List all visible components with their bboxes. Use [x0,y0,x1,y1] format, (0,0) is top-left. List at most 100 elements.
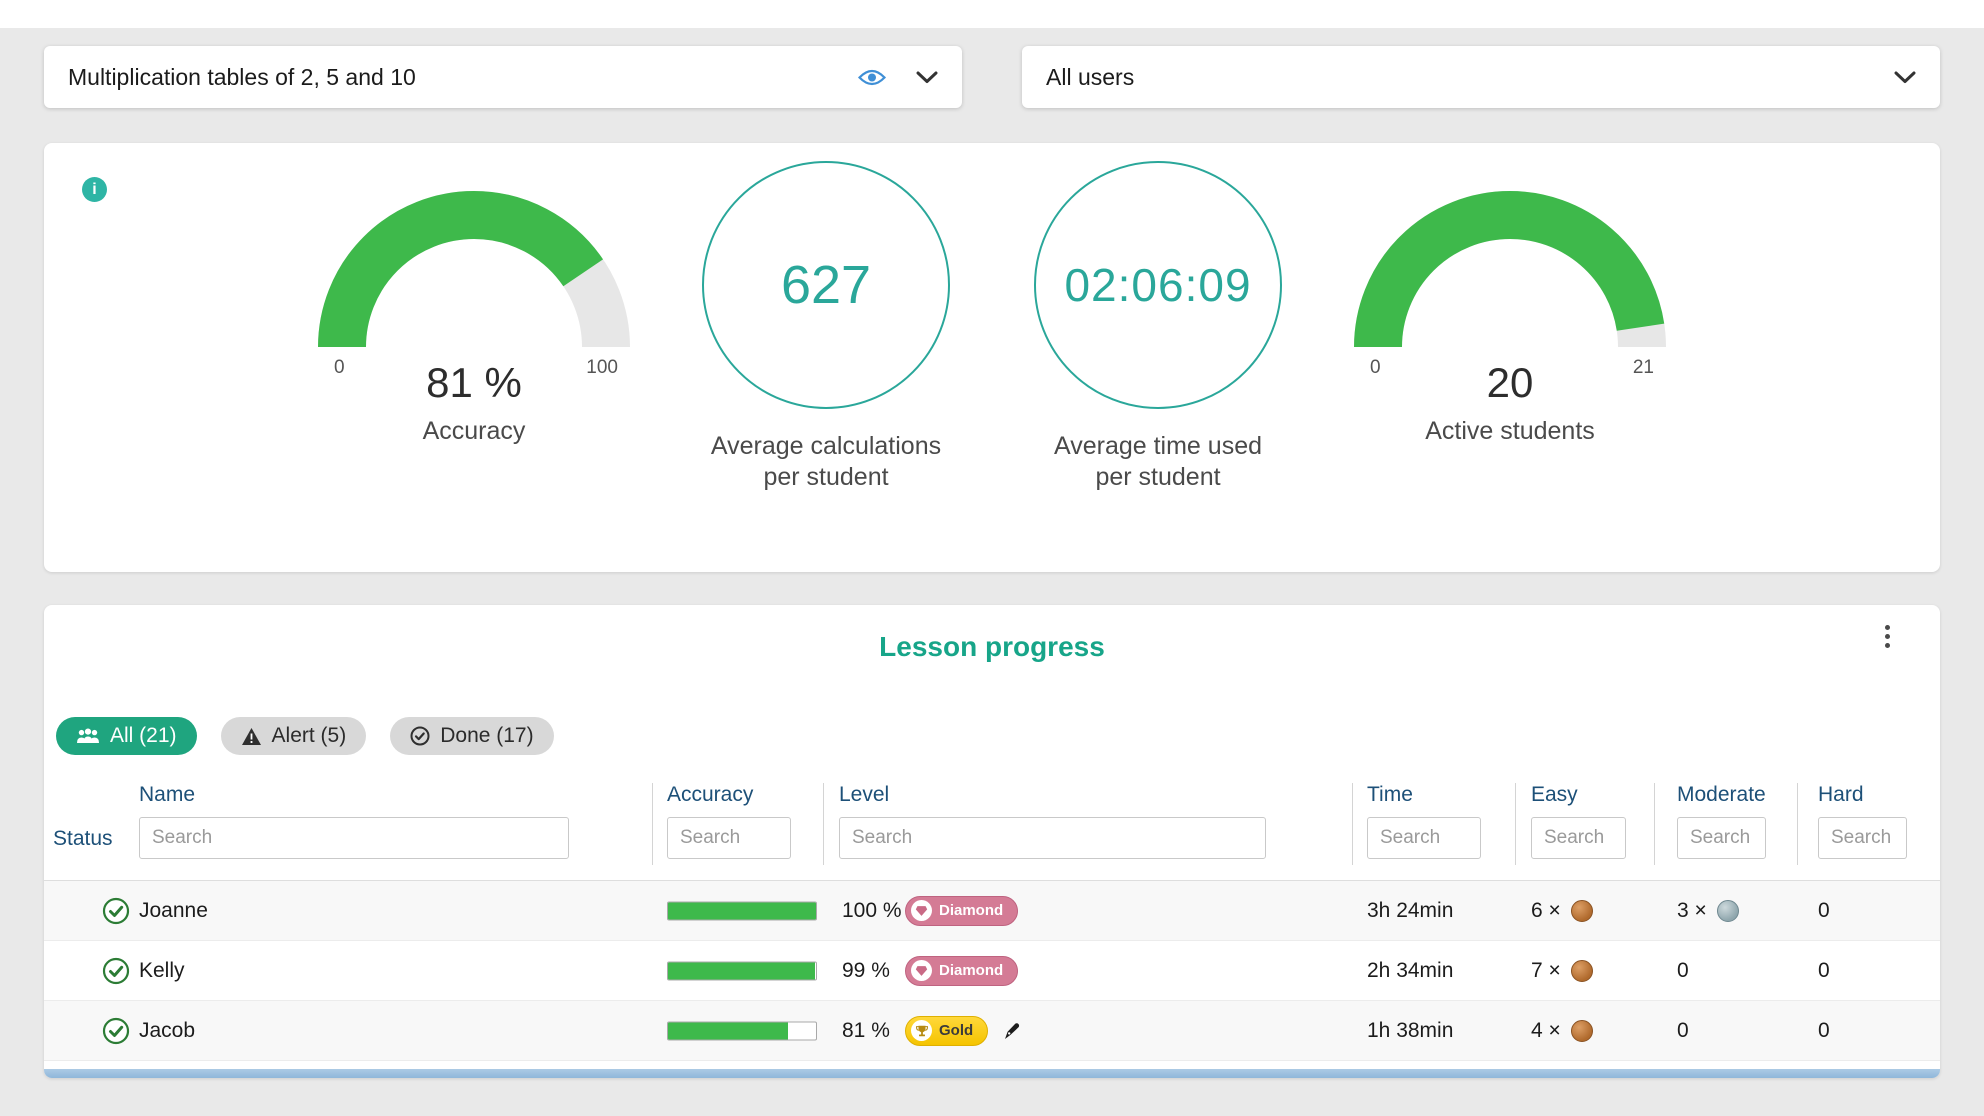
dashboard-page: Multiplication tables of 2, 5 and 10 All… [0,0,1984,1116]
time-value: 2h 34min [1367,959,1453,983]
info-icon[interactable]: i [82,177,107,202]
lesson-progress-table: Status Name Accuracy Level Time Easy Mod… [44,781,1940,1061]
lesson-progress-card: Lesson progress All (21) [44,605,1940,1078]
table-row[interactable]: Joanne 100 % Diamond 3h 24min 6 × 3 × 0 [44,881,1940,941]
status-done-icon [102,957,130,985]
easy-column-label: Easy [1531,783,1578,807]
trophy-icon [911,1020,932,1041]
column-divider [823,783,824,865]
chevron-down-icon [916,71,938,84]
status-done-icon [102,1017,130,1045]
gauge-max: 100 [586,357,618,379]
warning-icon [241,727,262,746]
filter-buttons: All (21) Alert (5) [56,717,1940,755]
table-row[interactable]: Kelly 99 % Diamond 2h 34min 7 × 0 0 [44,941,1940,1001]
moderate-cell: 0 [1677,959,1689,983]
level-cell: Diamond [905,896,1018,926]
hard-cell: 0 [1818,899,1830,923]
column-divider [652,783,653,865]
active-students-gauge: 0 21 20 Active students [1350,187,1670,494]
group-icon [76,728,100,744]
filter-done-button[interactable]: Done (17) [390,717,553,755]
accuracy-bar [667,1021,817,1040]
kebab-menu-icon[interactable] [1874,621,1900,651]
easy-cell: 6 × [1531,899,1593,923]
eye-icon[interactable] [858,68,886,87]
table-row[interactable]: Jacob 81 % Gold 1h 38min 4 × 0 0 [44,1001,1940,1061]
student-name: Joanne [139,899,208,923]
active-students-caption: Active students [1425,417,1595,446]
lesson-selector-label: Multiplication tables of 2, 5 and 10 [68,64,858,91]
name-search-input[interactable] [139,817,569,859]
filter-all-button[interactable]: All (21) [56,717,197,755]
accuracy-caption: Accuracy [423,417,526,446]
filter-done-label: Done (17) [440,724,533,748]
level-badge-label: Gold [939,1022,973,1039]
stats-summary-card: i 0 100 81 % Accuracy 627 [44,143,1940,572]
student-name: Jacob [139,1019,195,1043]
gauge-max: 21 [1633,357,1654,379]
lesson-selector-dropdown[interactable]: Multiplication tables of 2, 5 and 10 [44,46,962,108]
chevron-down-icon [1894,71,1916,84]
level-badge: Diamond [905,956,1018,986]
calculations-value: 627 [781,254,871,316]
users-selector-dropdown[interactable]: All users [1022,46,1940,108]
column-divider [1654,783,1655,865]
avg-time-circle: 02:06:09 Average time used per student [1018,161,1298,494]
moderate-search-input[interactable] [1677,817,1766,859]
time-caption: Average time used per student [1054,431,1262,494]
hard-column-label: Hard [1818,783,1864,807]
bronze-medal-icon [1571,1020,1593,1042]
moderate-cell: 0 [1677,1019,1689,1043]
avg-calculations-circle: 627 Average calculations per student [686,161,966,494]
level-column-label: Level [839,783,889,807]
hard-cell: 0 [1818,1019,1830,1043]
filter-alert-button[interactable]: Alert (5) [221,717,367,755]
diamond-icon [911,900,932,921]
accuracy-search-input[interactable] [667,817,791,859]
level-badge-label: Diamond [939,902,1003,919]
status-done-icon [102,897,130,925]
accuracy-bar [667,961,817,980]
table-header: Status Name Accuracy Level Time Easy Mod… [44,781,1940,881]
bronze-medal-icon [1571,960,1593,982]
gauge-scale: 0 100 [314,357,634,379]
column-divider [1797,783,1798,865]
accuracy-value: 99 % [842,959,890,983]
column-divider [1515,783,1516,865]
gauge-min: 0 [1370,357,1381,379]
column-divider [1352,783,1353,865]
pen-icon [1002,1021,1022,1041]
easy-search-input[interactable] [1531,817,1626,859]
level-cell: Diamond [905,956,1018,986]
level-badge: Gold [905,1016,988,1046]
gauge-arc [1350,187,1670,355]
gauge-min: 0 [334,357,345,379]
accuracy-value: 100 % [842,899,902,923]
hard-search-input[interactable] [1818,817,1907,859]
horizontal-scrollbar[interactable] [44,1069,1940,1078]
level-search-input[interactable] [839,817,1266,859]
time-value: 1h 38min [1367,1019,1453,1043]
bronze-medal-icon [1571,900,1593,922]
accuracy-value: 81 % [842,1019,890,1043]
easy-cell: 7 × [1531,959,1593,983]
calculations-ring: 627 [702,161,950,409]
time-search-input[interactable] [1367,817,1481,859]
time-ring: 02:06:09 [1034,161,1282,409]
moderate-cell: 3 × [1677,899,1739,923]
stats-row: 0 100 81 % Accuracy 627 Average calculat… [44,143,1940,494]
status-column-label: Status [53,827,113,851]
time-column-label: Time [1367,783,1413,807]
accuracy-gauge: 0 100 81 % Accuracy [314,187,634,494]
name-column-label: Name [139,783,195,807]
time-value: 3h 24min [1367,899,1453,923]
calculations-caption: Average calculations per student [711,431,941,494]
gauge-scale: 0 21 [1350,357,1670,379]
diamond-icon [911,960,932,981]
filter-alert-label: Alert (5) [272,724,347,748]
level-badge-label: Diamond [939,962,1003,979]
level-badge: Diamond [905,896,1018,926]
silver-medal-icon [1717,900,1739,922]
top-white-strip [0,0,1984,28]
